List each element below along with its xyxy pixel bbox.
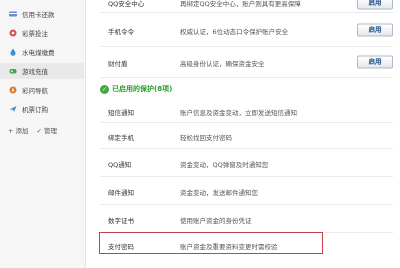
row-name: 短信通知 <box>108 109 134 117</box>
section-title: 已启用的保护(8项) <box>112 85 173 93</box>
enable-button[interactable]: 启用 <box>357 23 393 36</box>
navigation-icon <box>9 86 17 94</box>
sidebar-item-credit-card[interactable]: 信用卡还款 <box>0 6 84 22</box>
protection-row-bind-phone: 绑定手机 轻松找回支付密码 <box>100 123 393 149</box>
sidebar-item-navigation[interactable]: 彩问导航 <box>0 82 84 98</box>
enable-button[interactable]: 启用 <box>357 55 393 69</box>
row-name: 支付密码 <box>108 243 134 251</box>
row-name: 数字证书 <box>108 217 134 225</box>
utility-bill-icon <box>9 48 17 56</box>
flight-ticket-icon <box>9 105 17 113</box>
sidebar-item-flight[interactable]: 机票订购 <box>0 101 84 117</box>
row-desc: 账户信息及资金变动，立即发送短信通知 <box>180 109 297 117</box>
sidebar-item-utility[interactable]: 水电煤缴费 <box>0 44 84 60</box>
sidebar-tools: + 添加 ✓ 管理 <box>8 124 84 136</box>
row-name: QQ安全中心 <box>108 0 145 8</box>
protection-row-pay-password: 支付密码 账户资金及重要资料变更时需校验 <box>100 233 393 257</box>
sidebar-item-label: 彩问导航 <box>22 87 48 95</box>
sidebar-item-lottery[interactable]: 彩票投注 <box>0 25 84 41</box>
protection-row-qq-notify: QQ通知 资金变动，QQ弹窗及时通知您 <box>100 149 393 177</box>
protection-row-cftdun: 财付盾 高级身份认证，确保资金安全 启用 <box>100 47 393 78</box>
row-desc: 使用账户资金的身份凭证 <box>180 217 252 225</box>
sidebar-item-label: 游戏充值 <box>22 68 48 76</box>
row-name: 手机令令 <box>108 28 134 36</box>
sidebar-item-label: 水电煤缴费 <box>22 49 55 57</box>
row-desc: 再绑定QQ安全中心，账户则具有更高保障 <box>180 0 301 8</box>
sidebar-item-label: 机票订购 <box>22 106 48 114</box>
protection-row-email: 邮件通知 资金变动，发送邮件通知您 <box>100 177 393 205</box>
row-desc: 轻松找回支付密码 <box>180 134 232 142</box>
row-name: QQ通知 <box>108 161 132 169</box>
row-desc: 高级身份认证，确保资金安全 <box>180 60 265 68</box>
row-desc: 资金变动，QQ弹窗及时通知您 <box>180 161 269 169</box>
sidebar-item-game[interactable]: 游戏充值 <box>0 63 84 79</box>
sidebar-item-label: 信用卡还款 <box>22 11 55 19</box>
row-name: 绑定手机 <box>108 134 134 142</box>
enabled-section-title: ✓ 已启用的保护(8项) <box>100 82 393 96</box>
sidebar-item-label: 彩票投注 <box>22 30 48 38</box>
check-icon: ✓ <box>100 84 109 94</box>
row-desc: 权威认证，6位动态口令保护账户安全 <box>180 28 289 36</box>
protection-row-mobile-token: 手机令令 权威认证，6位动态口令保护账户安全 启用 <box>100 13 393 47</box>
game-recharge-icon <box>9 67 17 75</box>
row-name: 财付盾 <box>108 60 128 68</box>
credit-card-icon <box>9 10 17 18</box>
protection-row-certificate: 数字证书 使用账户资金的身份凭证 <box>100 205 393 233</box>
protection-row-sms: 短信通知 账户信息及资金变动，立即发送短信通知 <box>100 99 393 123</box>
row-name: 邮件通知 <box>108 189 134 197</box>
lottery-icon <box>9 29 17 37</box>
row-desc: 资金变动，发送邮件通知您 <box>180 189 258 197</box>
enable-button[interactable]: 启用 <box>357 0 393 10</box>
add-button[interactable]: + 添加 <box>8 125 29 135</box>
sidebar: 信用卡还款 彩票投注 水电煤缴费 游戏充值 彩问导航 机票订购 + 添加 ✓ 管… <box>0 0 86 268</box>
main-panel: QQ安全中心 再绑定QQ安全中心，账户则具有更高保障 启用 手机令令 权威认证，… <box>86 0 400 268</box>
row-desc: 账户资金及重要资料变更时需校验 <box>180 243 278 251</box>
manage-button[interactable]: ✓ 管理 <box>37 125 58 135</box>
protection-row-qq-security: QQ安全中心 再绑定QQ安全中心，账户则具有更高保障 启用 <box>100 0 393 13</box>
